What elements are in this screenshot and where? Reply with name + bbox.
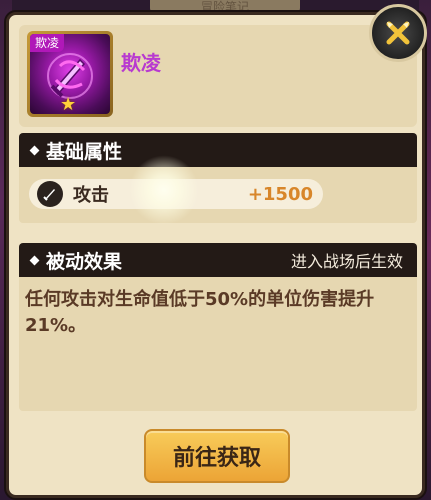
diamond-bullet-icon bbox=[29, 255, 40, 265]
sword-icon bbox=[37, 181, 63, 207]
basic-attributes-header: 基础属性 bbox=[19, 133, 417, 167]
passive-effect-note: 进入战场后生效 bbox=[290, 252, 403, 271]
close-button[interactable] bbox=[369, 4, 427, 62]
item-icon-frame: 欺凌 ★ bbox=[27, 31, 113, 117]
diamond-bullet-icon bbox=[29, 145, 40, 155]
item-detail-panel: 欺凌 ★ 欺凌 基础属性 攻击 +1500 被动效果 进入战场后生效 任何攻击对… bbox=[6, 12, 425, 498]
item-header: 欺凌 ★ 欺凌 bbox=[19, 25, 417, 127]
star-icon: ★ bbox=[60, 94, 77, 114]
attack-label: 攻击 bbox=[73, 185, 109, 206]
passive-effect-body: 任何攻击对生命值低于50%的单位伤害提升21%。 bbox=[19, 277, 417, 411]
passive-effect-header: 被动效果 进入战场后生效 bbox=[19, 243, 417, 277]
passive-effect-description: 任何攻击对生命值低于50%的单位伤害提升21%。 bbox=[25, 289, 375, 336]
attack-value: +1500 bbox=[247, 183, 313, 205]
crossed-swords-close-icon bbox=[386, 21, 410, 45]
passive-effect-title: 被动效果 bbox=[46, 250, 123, 273]
basic-attributes-title: 基础属性 bbox=[46, 140, 123, 163]
item-icon-background: 欺凌 ★ bbox=[30, 34, 110, 114]
go-obtain-button[interactable]: 前往获取 bbox=[144, 429, 290, 483]
item-tag: 欺凌 bbox=[30, 34, 65, 52]
item-name: 欺凌 bbox=[121, 51, 161, 75]
basic-attributes-body: 攻击 +1500 bbox=[19, 167, 417, 223]
attack-attribute-row: 攻击 +1500 bbox=[29, 179, 323, 209]
